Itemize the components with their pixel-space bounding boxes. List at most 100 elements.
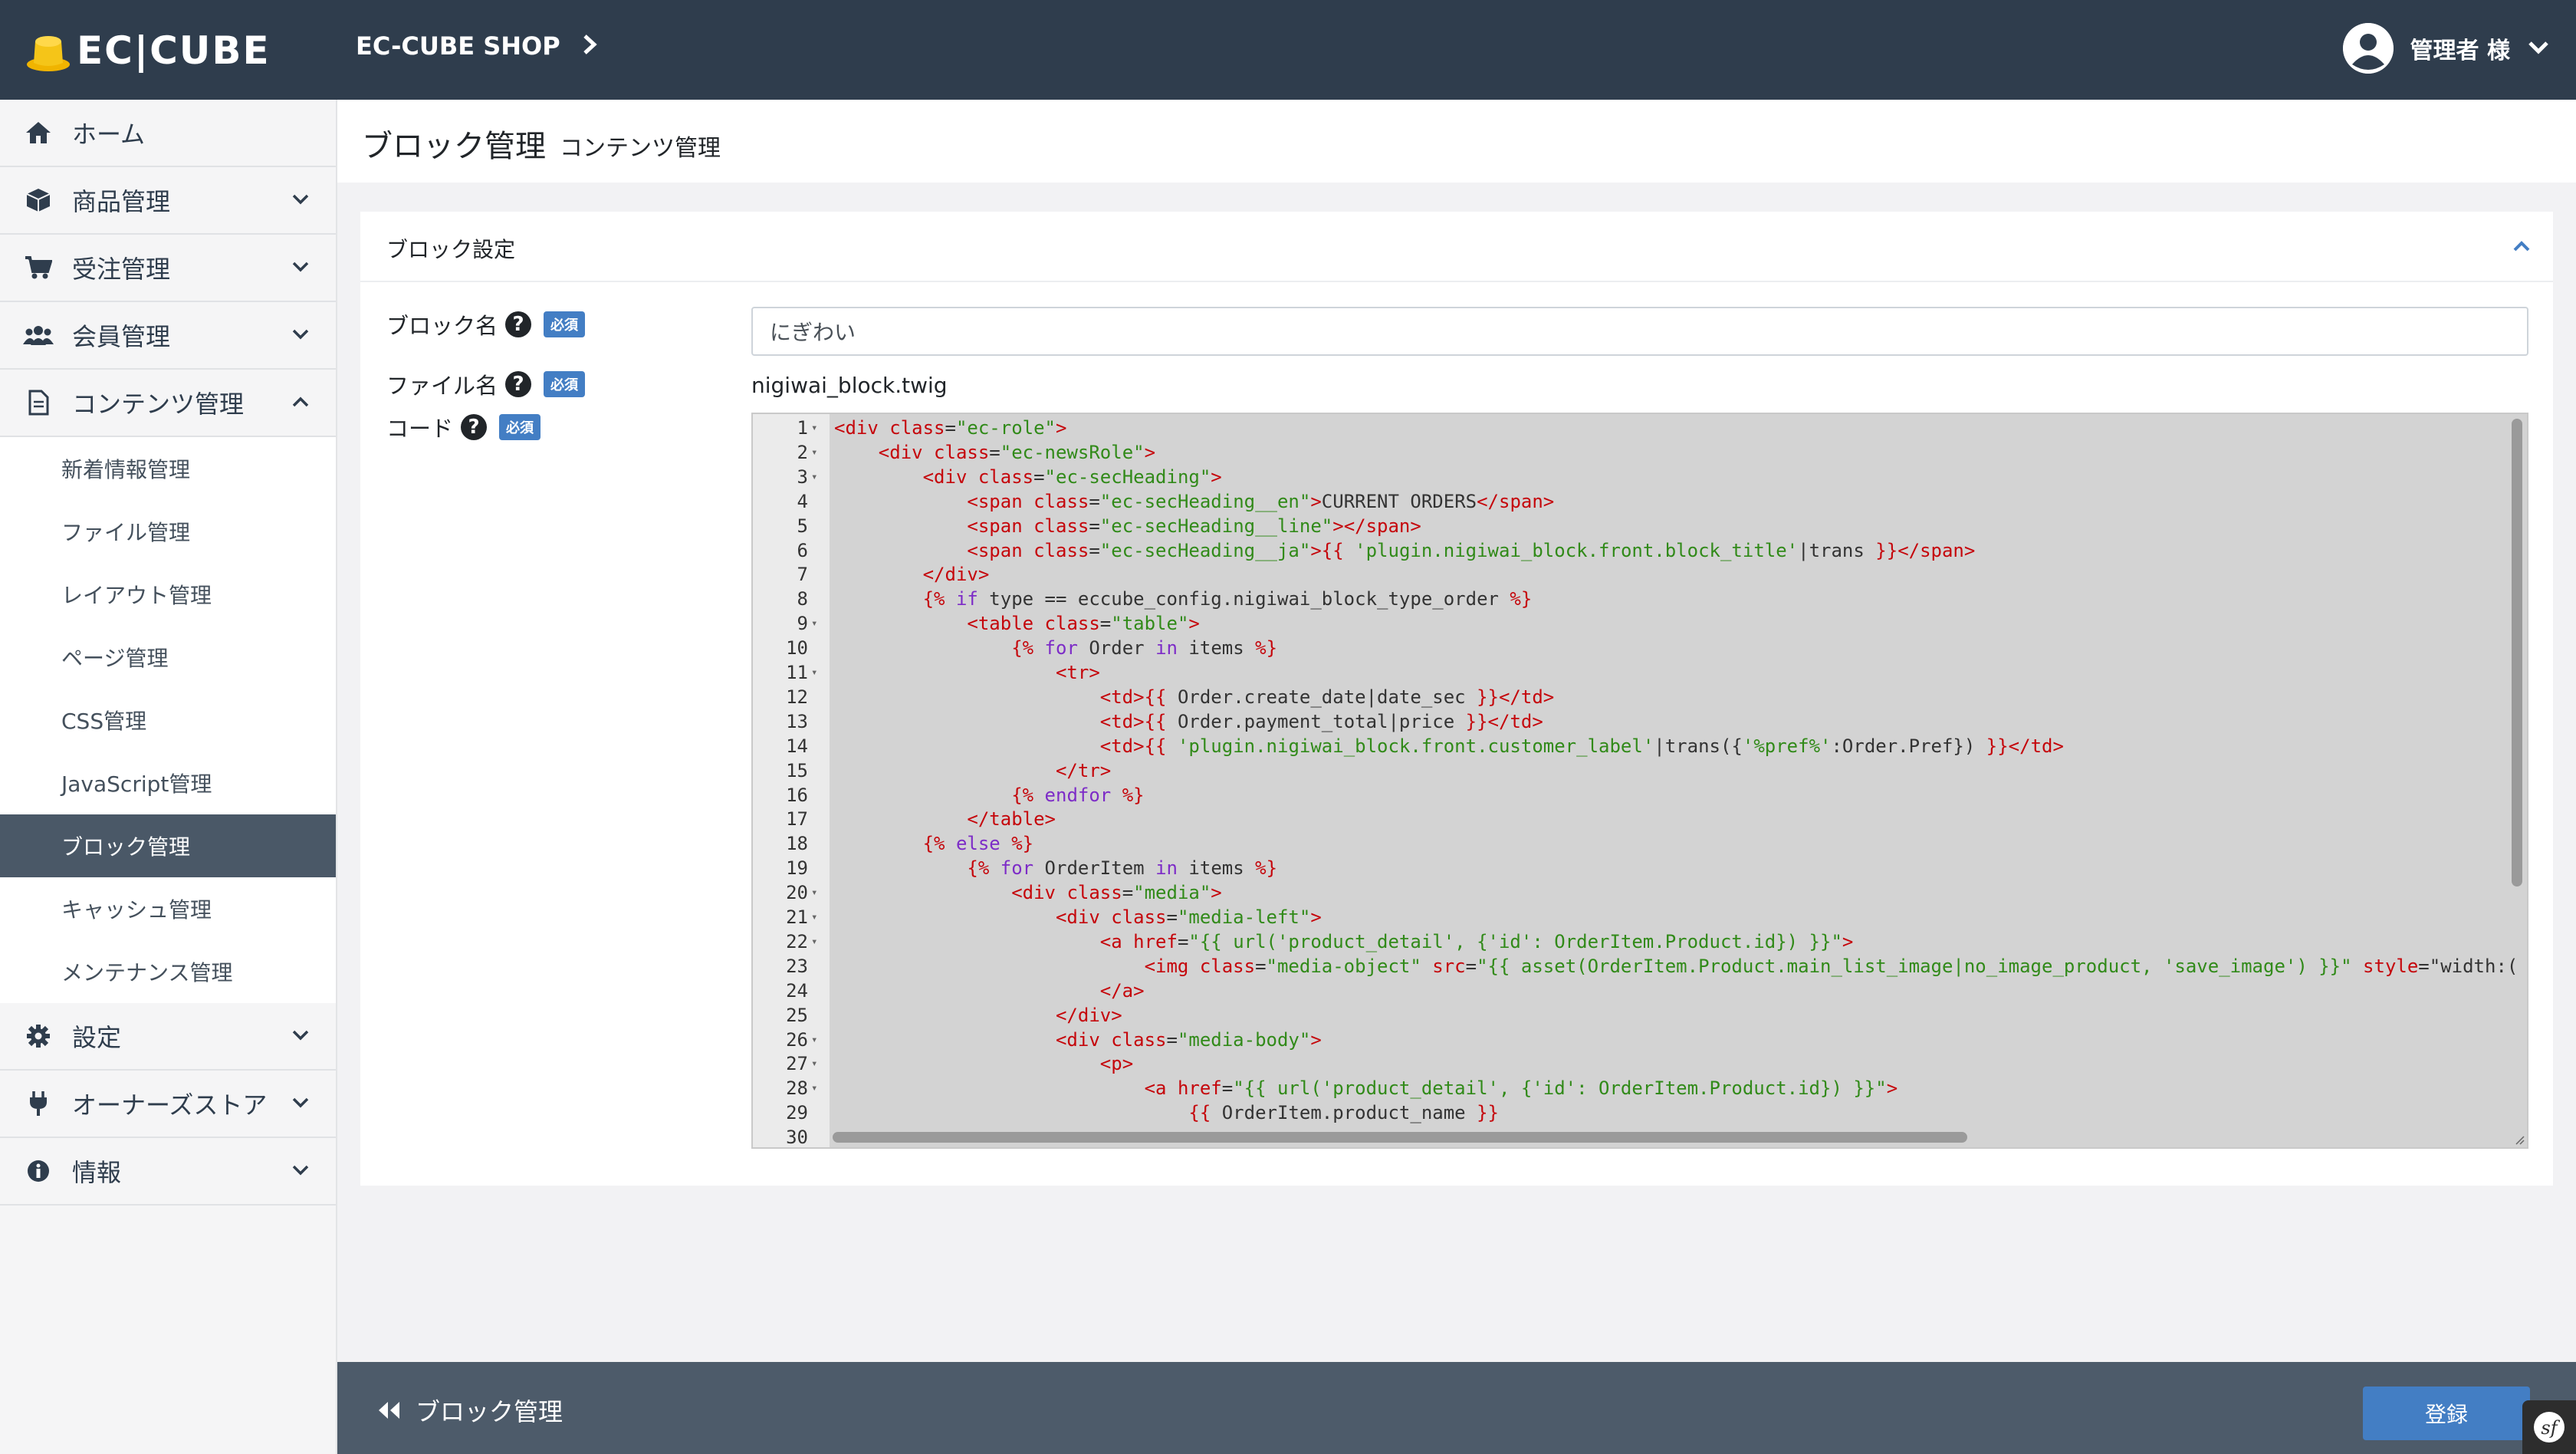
sidebar-subitem-layout[interactable]: レイアウト管理 — [0, 563, 336, 626]
block-name-label-row: ブロック名 ? 必須 — [386, 308, 586, 340]
fold-toggle-icon[interactable]: ▾ — [811, 1051, 817, 1076]
code-line[interactable]: 3 ▾ <div class="ec-secHeading"> — [753, 465, 2527, 489]
sidebar-subitem-news[interactable]: 新着情報管理 — [0, 437, 336, 500]
fold-toggle-icon[interactable]: ▾ — [811, 440, 817, 465]
code-line[interactable]: 6 <span class="ec-secHeading__ja">{{ 'pl… — [753, 538, 2527, 563]
fold-toggle-icon[interactable]: ▾ — [811, 1076, 817, 1100]
ec-cube-logo[interactable]: EC|CUBE — [26, 28, 271, 73]
code-text: {% for OrderItem in items %} — [967, 857, 1278, 880]
line-number: 21 — [786, 906, 808, 928]
code-line[interactable]: 28 ▾ <a href="{{ url('product_detail', {'… — [753, 1076, 2527, 1100]
code-line[interactable]: 14 <td>{{ 'plugin.nigiwai_block.front.cu… — [753, 734, 2527, 758]
fold-toggle-icon[interactable]: ▾ — [811, 1028, 817, 1052]
sidebar-subitem-css[interactable]: CSS管理 — [0, 689, 336, 752]
fold-toggle-icon[interactable]: ▾ — [811, 905, 817, 929]
line-number: 25 — [786, 1004, 808, 1026]
sidebar-item-settings[interactable]: 設定 — [0, 1003, 336, 1071]
sidebar-subitem-files[interactable]: ファイル管理 — [0, 500, 336, 563]
help-icon[interactable]: ? — [505, 311, 532, 337]
page-title: ブロック管理 — [362, 129, 546, 164]
code-line[interactable]: 18 {% else %} — [753, 831, 2527, 856]
code-text: <div class="ec-role"> — [834, 417, 1067, 439]
fold-toggle-icon[interactable]: ▾ — [811, 465, 817, 489]
code-line[interactable]: 25 </div> — [753, 1003, 2527, 1028]
line-number: 15 — [786, 759, 808, 781]
page-subtitle: コンテンツ管理 — [560, 135, 721, 162]
line-number: 7 — [797, 564, 808, 586]
vertical-scrollbar[interactable] — [2512, 419, 2522, 887]
code-line[interactable]: 16 {% endfor %} — [753, 783, 2527, 808]
code-line[interactable]: 12 <td>{{ Order.create_date|date_sec }}<… — [753, 685, 2527, 709]
code-line[interactable]: 15 </tr> — [753, 758, 2527, 783]
line-number: 18 — [786, 833, 808, 855]
gear-icon — [23, 1021, 54, 1051]
help-icon[interactable]: ? — [461, 414, 488, 440]
fold-toggle-icon[interactable]: ▾ — [811, 416, 817, 440]
help-icon[interactable]: ? — [505, 371, 532, 397]
code-editor[interactable]: 1 ▾ <div class="ec-role"> 2 ▾ <div class="ec… — [751, 413, 2528, 1149]
code-line[interactable]: 8 {% if type == eccube_config.nigiwai_bl… — [753, 587, 2527, 611]
sidebar-subitem-maintenance[interactable]: メンテナンス管理 — [0, 940, 336, 1003]
block-name-input[interactable]: にぎわい — [751, 307, 2528, 356]
code-text: <div class="ec-secHeading"> — [922, 465, 1222, 488]
sidebar-item-home[interactable]: ホーム — [0, 100, 336, 167]
chevron-up-icon[interactable] — [2510, 235, 2533, 258]
sidebar-subitem-cache[interactable]: キャッシュ管理 — [0, 877, 336, 940]
code-line[interactable]: 24 </a> — [753, 979, 2527, 1003]
line-number: 28 — [786, 1077, 808, 1100]
code-line[interactable]: 26 ▾ <div class="media-body"> — [753, 1028, 2527, 1052]
sidebar-subitem-pages[interactable]: ページ管理 — [0, 626, 336, 689]
line-number: 6 — [797, 539, 808, 561]
code-line[interactable]: 10 {% for Order in items %} — [753, 636, 2527, 660]
code-line[interactable]: 17 </table> — [753, 807, 2527, 831]
home-icon — [23, 117, 54, 148]
code-line[interactable]: 2 ▾ <div class="ec-newsRole"> — [753, 440, 2527, 465]
card-header[interactable]: ブロック設定 — [360, 212, 2553, 282]
shop-link[interactable]: EC-CUBE SHOP — [356, 31, 599, 61]
fold-toggle-icon[interactable]: ▾ — [811, 611, 817, 636]
code-text: </div> — [1055, 1004, 1122, 1026]
symfony-toolbar-icon[interactable]: sf — [2522, 1400, 2576, 1454]
code-line[interactable]: 7 </div> — [753, 562, 2527, 587]
resize-handle-icon[interactable] — [2513, 1133, 2525, 1146]
sidebar-item-members[interactable]: 会員管理 — [0, 302, 336, 370]
code-line[interactable]: 11 ▾ <tr> — [753, 660, 2527, 685]
code-text: </a> — [1099, 979, 1145, 1002]
register-button[interactable]: 登録 — [2363, 1387, 2530, 1440]
chevron-down-icon — [292, 262, 309, 272]
user-menu[interactable]: 管理者 様 — [2342, 23, 2550, 74]
file-icon — [23, 387, 54, 418]
code-line[interactable]: 21 ▾ <div class="media-left"> — [753, 905, 2527, 929]
card-title: ブロック設定 — [386, 237, 516, 262]
sidebar-item-content[interactable]: コンテンツ管理 — [0, 370, 336, 437]
code-line[interactable]: 23 <img class="media-object" src="{{ ass… — [753, 954, 2527, 979]
sidebar-subitem-javascript[interactable]: JavaScript管理 — [0, 752, 336, 814]
sidebar-item-label: コンテンツ管理 — [72, 390, 245, 419]
sidebar-item-info[interactable]: 情報 — [0, 1138, 336, 1206]
fold-toggle-icon[interactable]: ▾ — [811, 929, 817, 954]
code-line[interactable]: 22 ▾ <a href="{{ url('product_detail', {'… — [753, 929, 2527, 954]
code-line[interactable]: 27 ▾ <p> — [753, 1051, 2527, 1076]
sidebar-item-owners-store[interactable]: オーナーズストア — [0, 1071, 336, 1138]
code-line[interactable]: 1 ▾ <div class="ec-role"> — [753, 416, 2527, 440]
back-link[interactable]: ブロック管理 — [376, 1393, 563, 1428]
line-number: 24 — [786, 979, 808, 1002]
code-line[interactable]: 9 ▾ <table class="table"> — [753, 611, 2527, 636]
fold-toggle-icon[interactable]: ▾ — [811, 660, 817, 685]
sidebar-subitem-blocks[interactable]: ブロック管理 — [0, 814, 336, 877]
code-line[interactable]: 19 {% for OrderItem in items %} — [753, 856, 2527, 880]
code-line[interactable]: 13 <td>{{ Order.payment_total|price }}</… — [753, 709, 2527, 734]
code-line[interactable]: 4 <span class="ec-secHeading__en">CURREN… — [753, 489, 2527, 514]
logo-text: EC|CUBE — [77, 28, 271, 73]
fold-toggle-icon[interactable]: ▾ — [811, 880, 817, 905]
file-name-value: nigiwai_block.twig — [751, 373, 948, 398]
horizontal-scrollbar[interactable] — [833, 1132, 1967, 1143]
sidebar-item-orders[interactable]: 受注管理 — [0, 235, 336, 302]
sidebar-item-products[interactable]: 商品管理 — [0, 167, 336, 235]
code-line[interactable]: 29 {{ OrderItem.product_name }} — [753, 1100, 2527, 1125]
line-number: 11 — [786, 662, 808, 683]
code-line[interactable]: 20 ▾ <div class="media"> — [753, 880, 2527, 905]
code-line[interactable]: 5 <span class="ec-secHeading__line"></sp… — [753, 514, 2527, 538]
block-name-label: ブロック名 — [386, 313, 498, 339]
user-avatar-icon — [2342, 23, 2394, 74]
